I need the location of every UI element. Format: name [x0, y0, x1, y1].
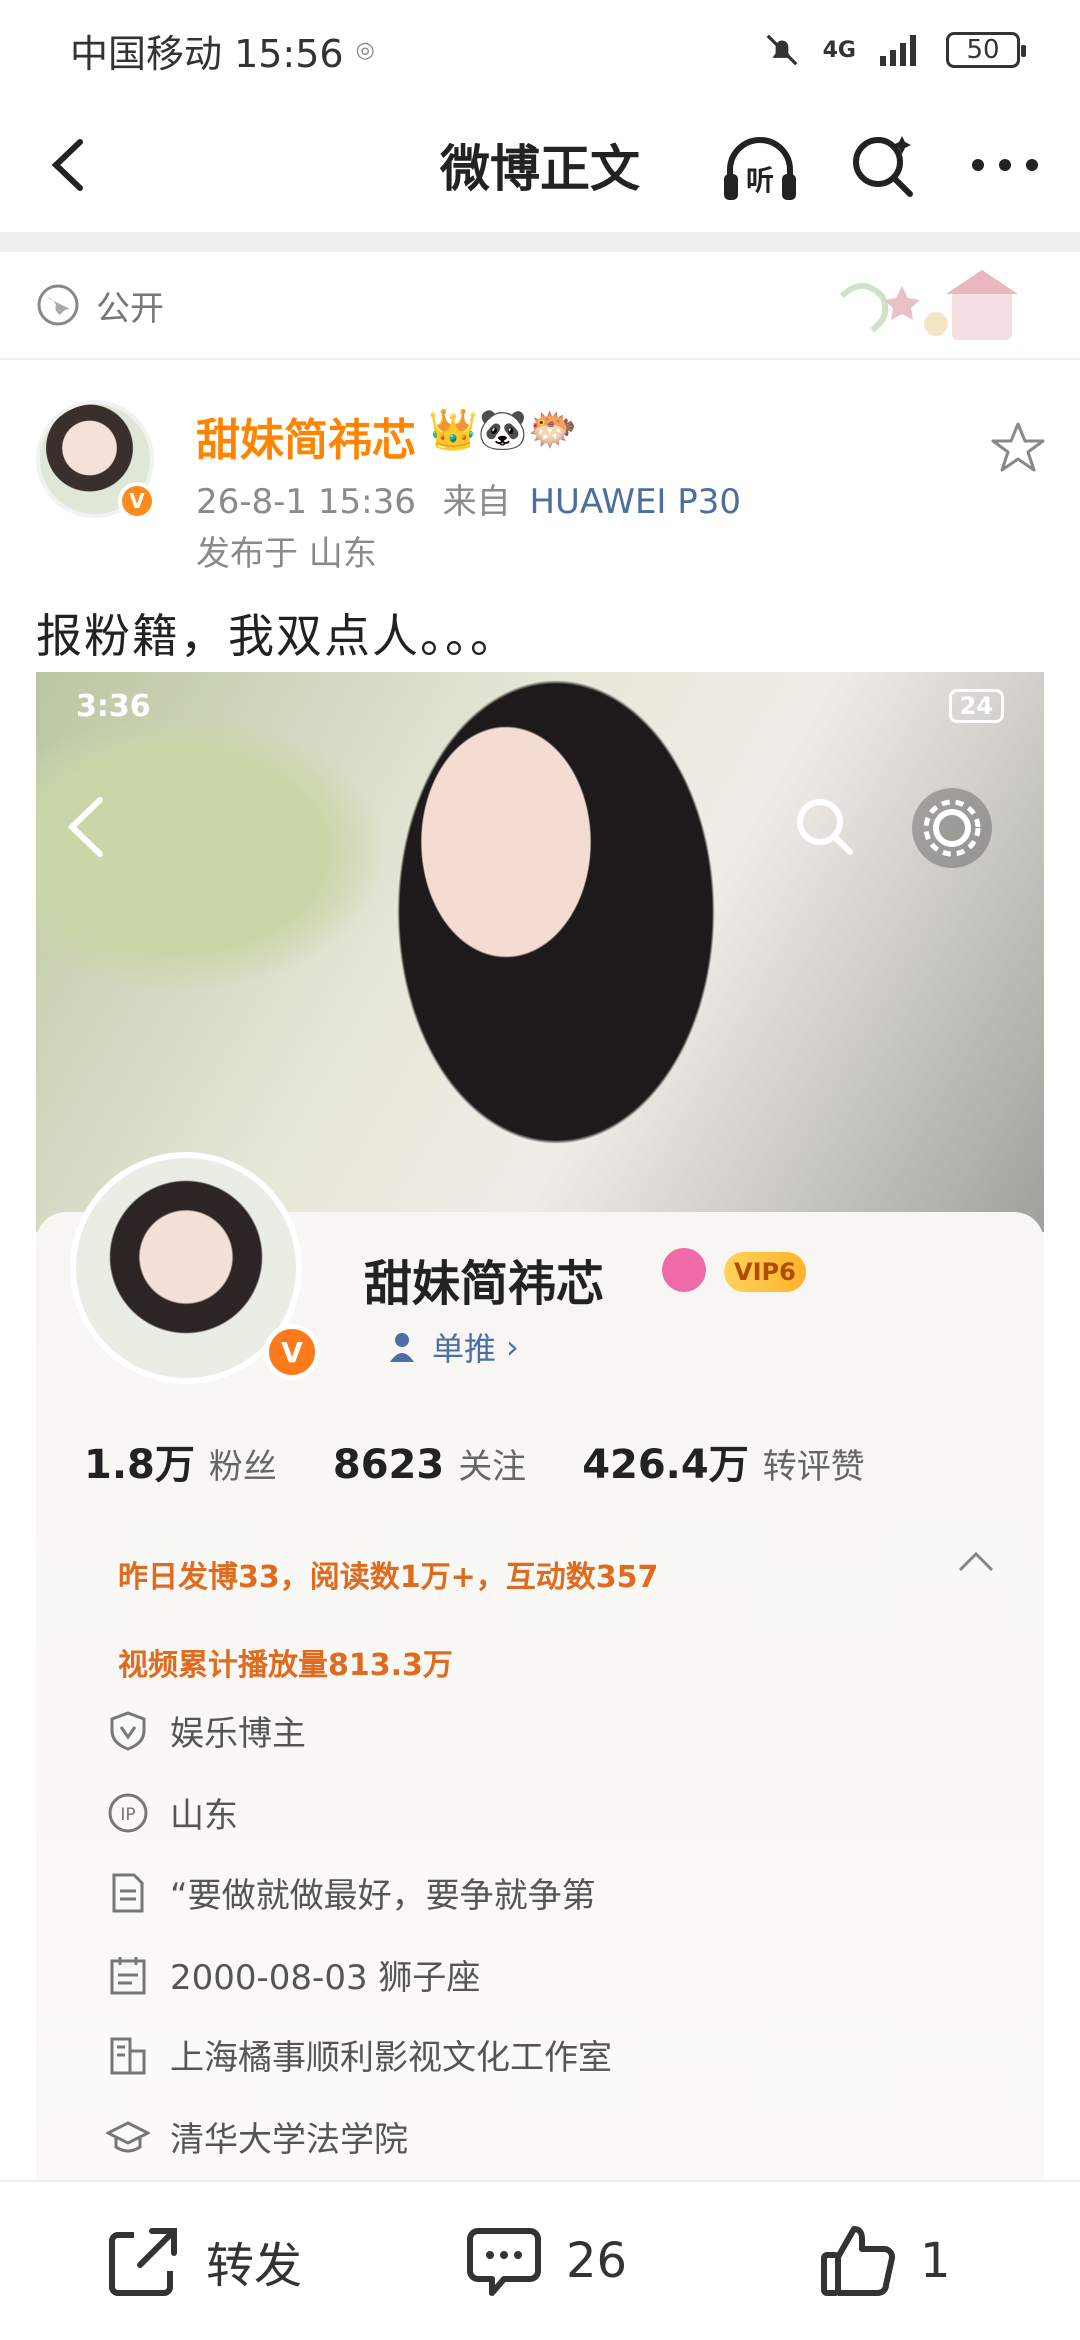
comment-bubble-icon: [467, 2228, 541, 2296]
image-status-bar: 3:36 24: [36, 672, 1044, 740]
signal-icon: [880, 35, 916, 66]
image-info-text: 娱乐博主: [170, 1714, 306, 1754]
building-icon: [110, 2037, 146, 2074]
calendar-icon: [110, 1956, 146, 1994]
image-stat-following: 8623 关注: [333, 1439, 526, 1488]
image-stat-label: 关注: [458, 1447, 527, 1487]
image-daily-summary: 昨日发博33，阅读数1万+，互动数357: [118, 1560, 659, 1595]
status-bar: 中国移动 15:56 ◎ 4G 50: [0, 0, 1080, 100]
share-arrow-icon: [109, 2228, 177, 2296]
image-search-icon: [797, 799, 853, 855]
image-info-row: 上海橘事顺利影视文化工作室: [106, 2030, 612, 2079]
image-stat-label: 粉丝: [208, 1447, 277, 1487]
image-profile-name: 甜妹简祎芯: [364, 1256, 605, 1312]
image-chevron-right-icon: ›: [506, 1328, 519, 1366]
post-image[interactable]: 3:36 24 V 甜妹简祎芯 VIP6 单推 › 1.8万 粉丝 8623 关注 …: [36, 672, 1044, 2182]
nav-bar: 微博正文 听: [0, 100, 1080, 230]
repost-label: 转发: [206, 2238, 303, 2294]
back-arrow-icon[interactable]: [34, 130, 104, 200]
graduation-cap-icon: [106, 2120, 150, 2152]
image-info-row: “要做就做最好，要争就争第: [106, 1868, 596, 1917]
post-text: 报粉籍，我双点人。。。: [36, 609, 518, 663]
image-info-row: 2000-08-03 狮子座: [106, 1950, 480, 1999]
author-name[interactable]: 甜妹简祎芯: [196, 404, 416, 468]
repost-button[interactable]: 转发: [104, 2218, 302, 2304]
post-location: 发布于 山东: [196, 534, 377, 574]
like-count: 1: [920, 2233, 951, 2289]
image-info-row: 清华大学法学院: [106, 2112, 408, 2161]
image-stat-label: 转评赞: [762, 1447, 865, 1487]
image-stat-followers: 1.8万 粉丝: [84, 1432, 277, 1490]
image-chevron-up-icon: [958, 1551, 994, 1572]
source-prefix: 来自: [442, 482, 511, 522]
image-stat-interactions: 426.4万 转评赞: [582, 1432, 865, 1490]
status-left: 中国移动 15:56 ◎: [70, 23, 375, 78]
notification-icon: ◎: [355, 37, 375, 63]
image-stat-value: 1.8万: [84, 1442, 195, 1488]
image-info-text: “要做就做最好，要争就争第: [170, 1876, 596, 1916]
image-back-arrow-icon: [67, 797, 103, 857]
status-right: 4G 50: [763, 31, 1026, 69]
svg-text:IP: IP: [120, 1805, 135, 1825]
verified-v-badge-icon: V: [118, 482, 156, 520]
document-icon: [112, 1873, 144, 1912]
image-info-text: 清华大学法学院: [170, 2120, 408, 2160]
globe-icon: [37, 284, 79, 326]
image-info-text: 上海橘事顺利影视文化工作室: [170, 2038, 612, 2078]
search-icon[interactable]: [848, 130, 918, 200]
image-info-text: 2000-08-03 狮子座: [170, 1958, 481, 1998]
page-title: 微博正文: [440, 140, 640, 198]
battery-indicator: 50: [946, 32, 1026, 68]
visibility-label: 公开: [96, 288, 164, 329]
comment-count: 26: [566, 2233, 628, 2289]
image-info-row: IP 山东: [106, 1788, 238, 1837]
image-single-push: 单推 ›: [388, 1324, 519, 1370]
mute-bell-icon: [766, 34, 797, 66]
battery-level: 50: [966, 35, 1000, 65]
image-vip-badge: VIP6: [724, 1252, 806, 1292]
image-profile-stats: 1.8万 粉丝 8623 关注 426.4万 转评赞: [84, 1432, 865, 1490]
network-type: 4G: [822, 37, 856, 63]
carrier-time: 中国移动 15:56: [70, 31, 344, 76]
image-verified-v-badge-icon: V: [264, 1324, 320, 1380]
image-user-icon: [390, 1333, 414, 1362]
image-info-text: 山东: [170, 1796, 238, 1836]
author-badges: 👑🐼🐡: [428, 407, 578, 453]
post-author-header: V 甜妹简祎芯 👑🐼🐡 26-8-1 15:36 来自 HUAWEI P30 发…: [0, 390, 1080, 580]
comment-button[interactable]: 26: [464, 2218, 627, 2304]
favorite-star-icon[interactable]: [990, 420, 1046, 476]
image-pink-badge-icon: [662, 1248, 706, 1292]
image-stat-value: 426.4万: [582, 1442, 749, 1488]
image-stat-value: 8623: [332, 1442, 445, 1488]
like-button[interactable]: 1: [818, 2218, 951, 2304]
ip-icon: IP: [108, 1793, 148, 1832]
post-timestamp: 26-8-1 15:36: [196, 482, 416, 522]
decorative-sticker: [839, 270, 1018, 340]
bottom-action-bar: 转发 26 1: [0, 2180, 1080, 2340]
image-info-row: 娱乐博主: [106, 1706, 306, 1755]
image-status-time: 3:36: [76, 688, 151, 724]
profile-cover-photo: [36, 672, 1044, 1232]
image-video-plays: 视频累计播放量813.3万: [118, 1648, 453, 1683]
listen-headphones-icon[interactable]: 听: [720, 130, 800, 206]
thumbs-up-icon: [821, 2226, 896, 2296]
post-device: HUAWEI P30: [529, 482, 742, 522]
post-meta: 26-8-1 15:36 来自 HUAWEI P30: [196, 474, 741, 523]
visibility-row: 公开: [0, 252, 1080, 360]
image-single-push-label: 单推: [432, 1330, 497, 1368]
more-options-icon[interactable]: [960, 130, 1050, 200]
shield-v-icon: [110, 1710, 146, 1751]
image-status-battery: 24: [948, 689, 1004, 723]
image-settings-gear-icon: [912, 788, 992, 868]
section-divider: [0, 232, 1080, 252]
listen-label: 听: [746, 164, 774, 197]
